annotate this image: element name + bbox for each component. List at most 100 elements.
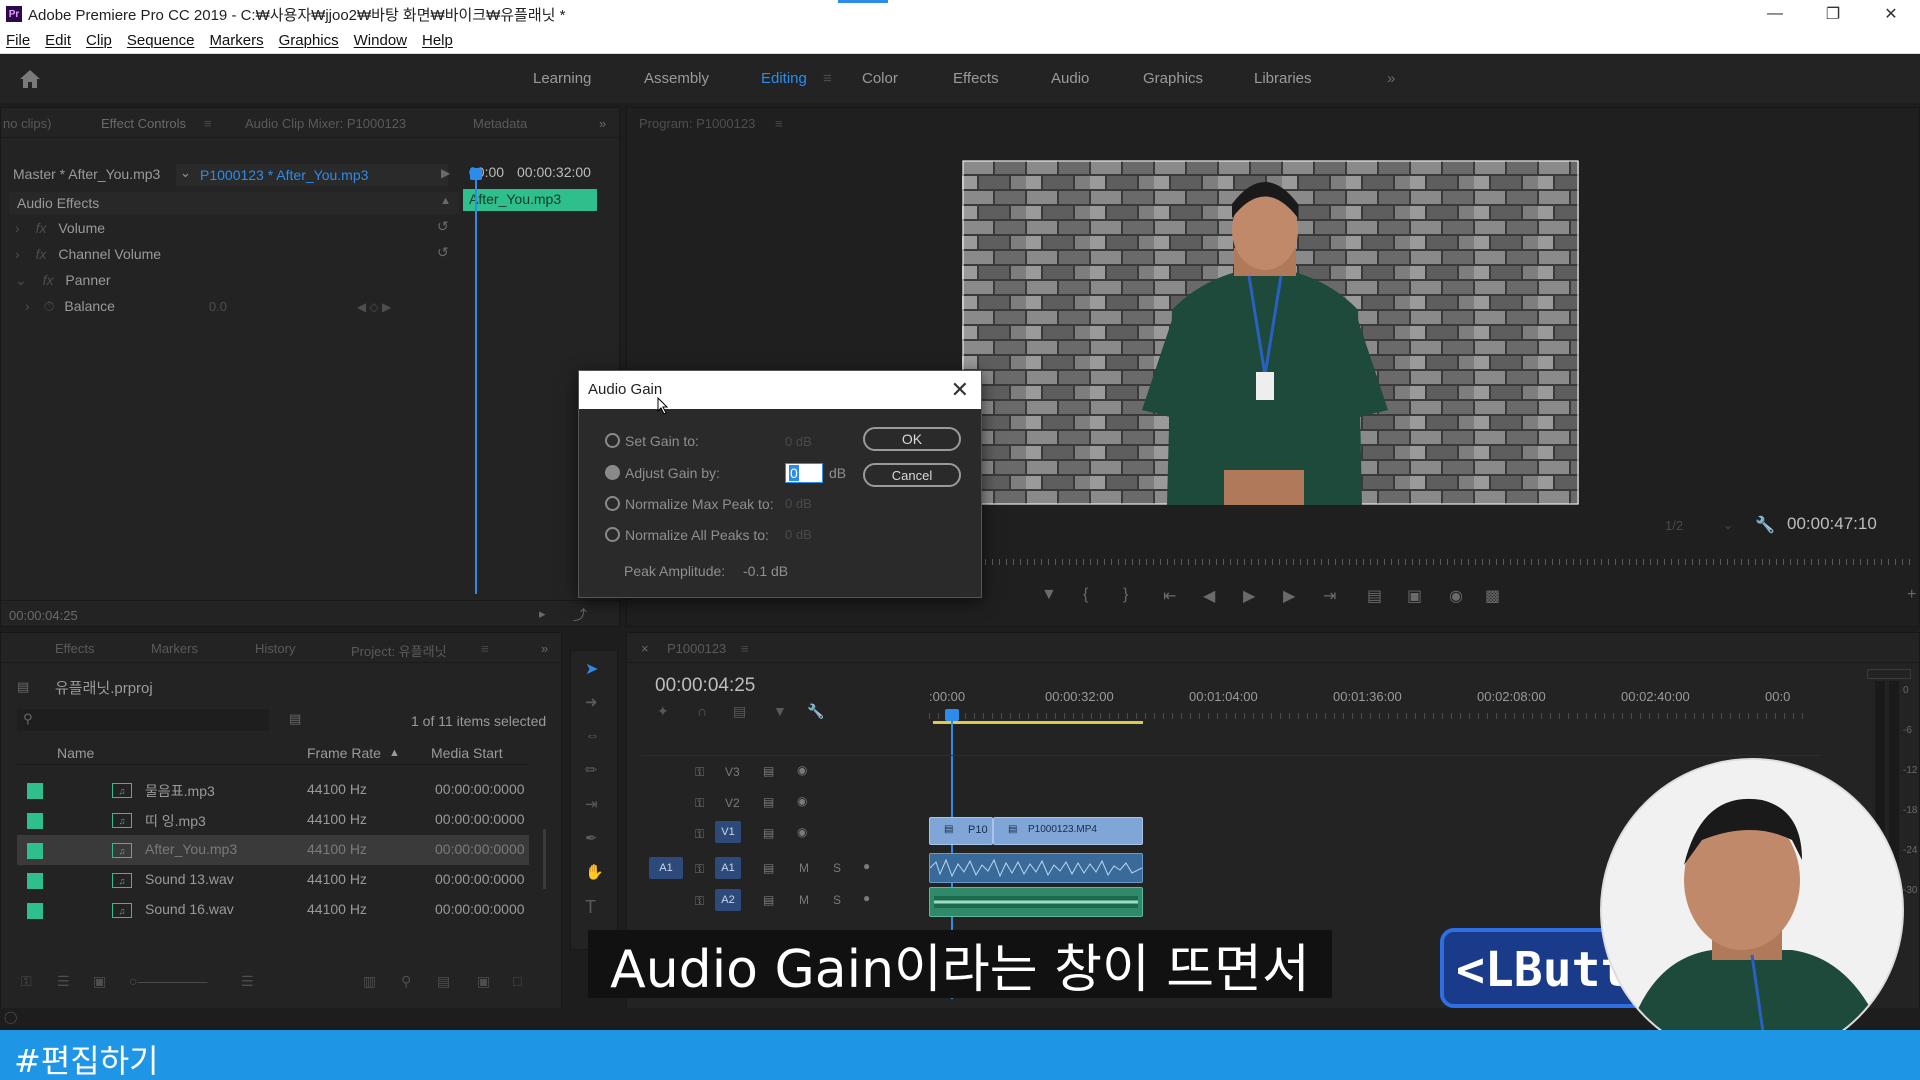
column-media-start[interactable]: Media Start (431, 745, 503, 761)
eye-icon[interactable]: ◉ (797, 794, 807, 808)
project-scrollbar[interactable] (543, 829, 546, 889)
wrench-icon[interactable]: 🔧 (1755, 515, 1775, 535)
add-marker-icon[interactable]: ▼ (773, 703, 787, 719)
radio-set-gain[interactable] (605, 433, 620, 448)
sync-lock-icon[interactable]: ▤ (763, 861, 774, 875)
trash-icon[interactable]: □ (513, 973, 521, 989)
label-color-swatch[interactable] (27, 783, 43, 799)
expand-icon[interactable]: › (25, 298, 30, 314)
nest-icon[interactable]: ✦ (657, 703, 669, 720)
track-lock-icon[interactable]: ⚿ (695, 796, 704, 811)
track-target-a2[interactable]: A2 (715, 889, 741, 911)
pen-tool-icon[interactable]: ✒ (585, 829, 598, 847)
project-item-selected[interactable]: ♫ After_You.mp3 44100 Hz 00:00:00:0000 (17, 835, 529, 865)
zoom-slider[interactable]: ○————— (129, 973, 207, 989)
mute-m-icon[interactable]: M (799, 861, 809, 875)
label-color-swatch[interactable] (27, 813, 43, 829)
label-color-swatch[interactable] (27, 873, 43, 889)
track-lock-icon[interactable]: ⚿ (695, 894, 704, 909)
expand-icon[interactable]: › (15, 220, 20, 236)
workspace-tab-editing[interactable]: Editing (761, 70, 807, 87)
close-sequence-icon[interactable]: × (641, 641, 649, 656)
video-clip[interactable]: ▤ P1000123.MP4 (993, 817, 1143, 845)
stopwatch-icon[interactable]: ⏱ (44, 298, 55, 314)
sort-ascending-icon[interactable]: ▲ (389, 747, 400, 759)
workspace-tab-audio[interactable]: Audio (1051, 70, 1089, 87)
track-target-a1[interactable]: A1 (715, 857, 741, 879)
menu-graphics[interactable]: Graphics (279, 32, 339, 49)
automate-icon[interactable]: ▥ (363, 973, 376, 990)
menu-clip[interactable]: Clip (86, 32, 112, 49)
workspace-menu-icon[interactable]: ≡ (823, 70, 832, 87)
mute-m-icon[interactable]: M (799, 893, 809, 907)
expand-icon[interactable]: › (15, 246, 20, 262)
workspace-tab-effects[interactable]: Effects (953, 70, 999, 87)
cancel-button[interactable]: Cancel (863, 463, 961, 487)
ec-timecode[interactable]: 00:00:04:25 (9, 608, 78, 623)
normalize-max-peak-value[interactable]: 0 dB (785, 496, 812, 511)
extract-icon[interactable]: ▣ (1407, 586, 1422, 606)
label-color-swatch[interactable] (27, 903, 43, 919)
workspace-tab-graphics[interactable]: Graphics (1143, 70, 1203, 87)
work-area-bar[interactable] (933, 721, 1143, 724)
ec-clip-bar[interactable]: After_You.mp3 (463, 189, 597, 211)
effect-row-channel-volume[interactable]: › fx Channel Volume (9, 246, 161, 262)
close-window-button[interactable]: ✕ (1862, 0, 1920, 28)
menu-markers[interactable]: Markers (209, 32, 263, 49)
collapse-icon[interactable]: ▲ (440, 195, 451, 207)
type-tool-icon[interactable]: T (585, 897, 596, 918)
radio-normalize-max-peak[interactable] (605, 496, 620, 511)
tab-markers[interactable]: Markers (151, 641, 198, 656)
sort-icon[interactable]: ☰ (241, 973, 254, 990)
menu-window[interactable]: Window (354, 32, 407, 49)
snap-icon[interactable]: ∩ (697, 703, 707, 719)
panel-menu-icon[interactable]: ≡ (481, 641, 489, 656)
audio-clip-a2[interactable] (929, 887, 1143, 917)
new-item-icon[interactable]: ▣ (477, 973, 490, 990)
tab-effect-controls[interactable]: Effect Controls (101, 116, 186, 131)
selection-tool-icon[interactable]: ➤ (585, 659, 598, 679)
track-lock-icon[interactable]: ⚿ (695, 827, 704, 842)
ec-playhead[interactable] (475, 170, 477, 594)
microphone-icon[interactable]: ● (863, 891, 870, 905)
sync-lock-icon[interactable]: ▤ (763, 893, 774, 907)
solo-s-icon[interactable]: S (833, 893, 841, 907)
panel-overflow-icon[interactable]: » (541, 641, 548, 656)
workspace-tab-color[interactable]: Color (862, 70, 898, 87)
new-bin-from-search-icon[interactable]: ▤ (289, 711, 301, 727)
effect-row-balance[interactable]: › ⏱ Balance 0.0 ◀ ◇ ▶ (25, 298, 391, 315)
linked-selection-icon[interactable]: ▤ (733, 703, 746, 720)
radio-normalize-all-peaks[interactable] (605, 527, 620, 542)
menu-sequence[interactable]: Sequence (127, 32, 195, 49)
minimize-button[interactable]: — (1746, 0, 1804, 28)
track-lock-icon[interactable]: ⚿ (695, 862, 704, 877)
timeline-timecode[interactable]: 00:00:04:25 (655, 675, 755, 697)
hand-tool-icon[interactable]: ✋ (585, 863, 604, 881)
project-item[interactable]: ♫ Sound 13.wav 44100 Hz 00:00:00:0000 (17, 865, 529, 895)
balance-value[interactable]: 0.0 (209, 299, 227, 314)
icon-view-icon[interactable]: ▣ (93, 973, 106, 990)
lock-icon[interactable]: ⚿ (21, 973, 32, 990)
go-to-in-icon[interactable]: ⇤ (1163, 586, 1176, 606)
camera-icon[interactable]: ◉ (1449, 586, 1463, 606)
tab-effects[interactable]: Effects (55, 641, 95, 656)
list-view-icon[interactable]: ☰ (57, 973, 70, 990)
label-color-swatch[interactable] (27, 843, 43, 859)
sync-lock-icon[interactable]: ▤ (763, 826, 774, 840)
step-forward-icon[interactable]: ▶ (1283, 586, 1295, 606)
restore-button[interactable]: ❐ (1804, 0, 1862, 28)
timeline-ruler[interactable]: :00:00 00:00:32:00 00:01:04:00 00:01:36:… (929, 689, 1809, 713)
ripple-edit-tool-icon[interactable]: ⇔ (585, 727, 600, 744)
eye-icon[interactable]: ◉ (797, 825, 807, 839)
tab-history[interactable]: History (255, 641, 295, 656)
home-icon[interactable] (18, 68, 42, 90)
comparison-view-icon[interactable]: ▩ (1485, 586, 1500, 606)
adjust-gain-input[interactable]: 0 (785, 463, 823, 483)
panel-menu-icon[interactable]: ≡ (741, 641, 749, 656)
add-marker-icon[interactable]: ▼ (1041, 586, 1057, 604)
column-name[interactable]: Name (57, 745, 94, 761)
step-back-icon[interactable]: ◀ (1203, 586, 1215, 606)
program-time-ruler[interactable] (985, 556, 1915, 566)
mark-in-icon[interactable]: { (1083, 586, 1088, 604)
timeline-playhead-handle[interactable] (945, 709, 959, 721)
